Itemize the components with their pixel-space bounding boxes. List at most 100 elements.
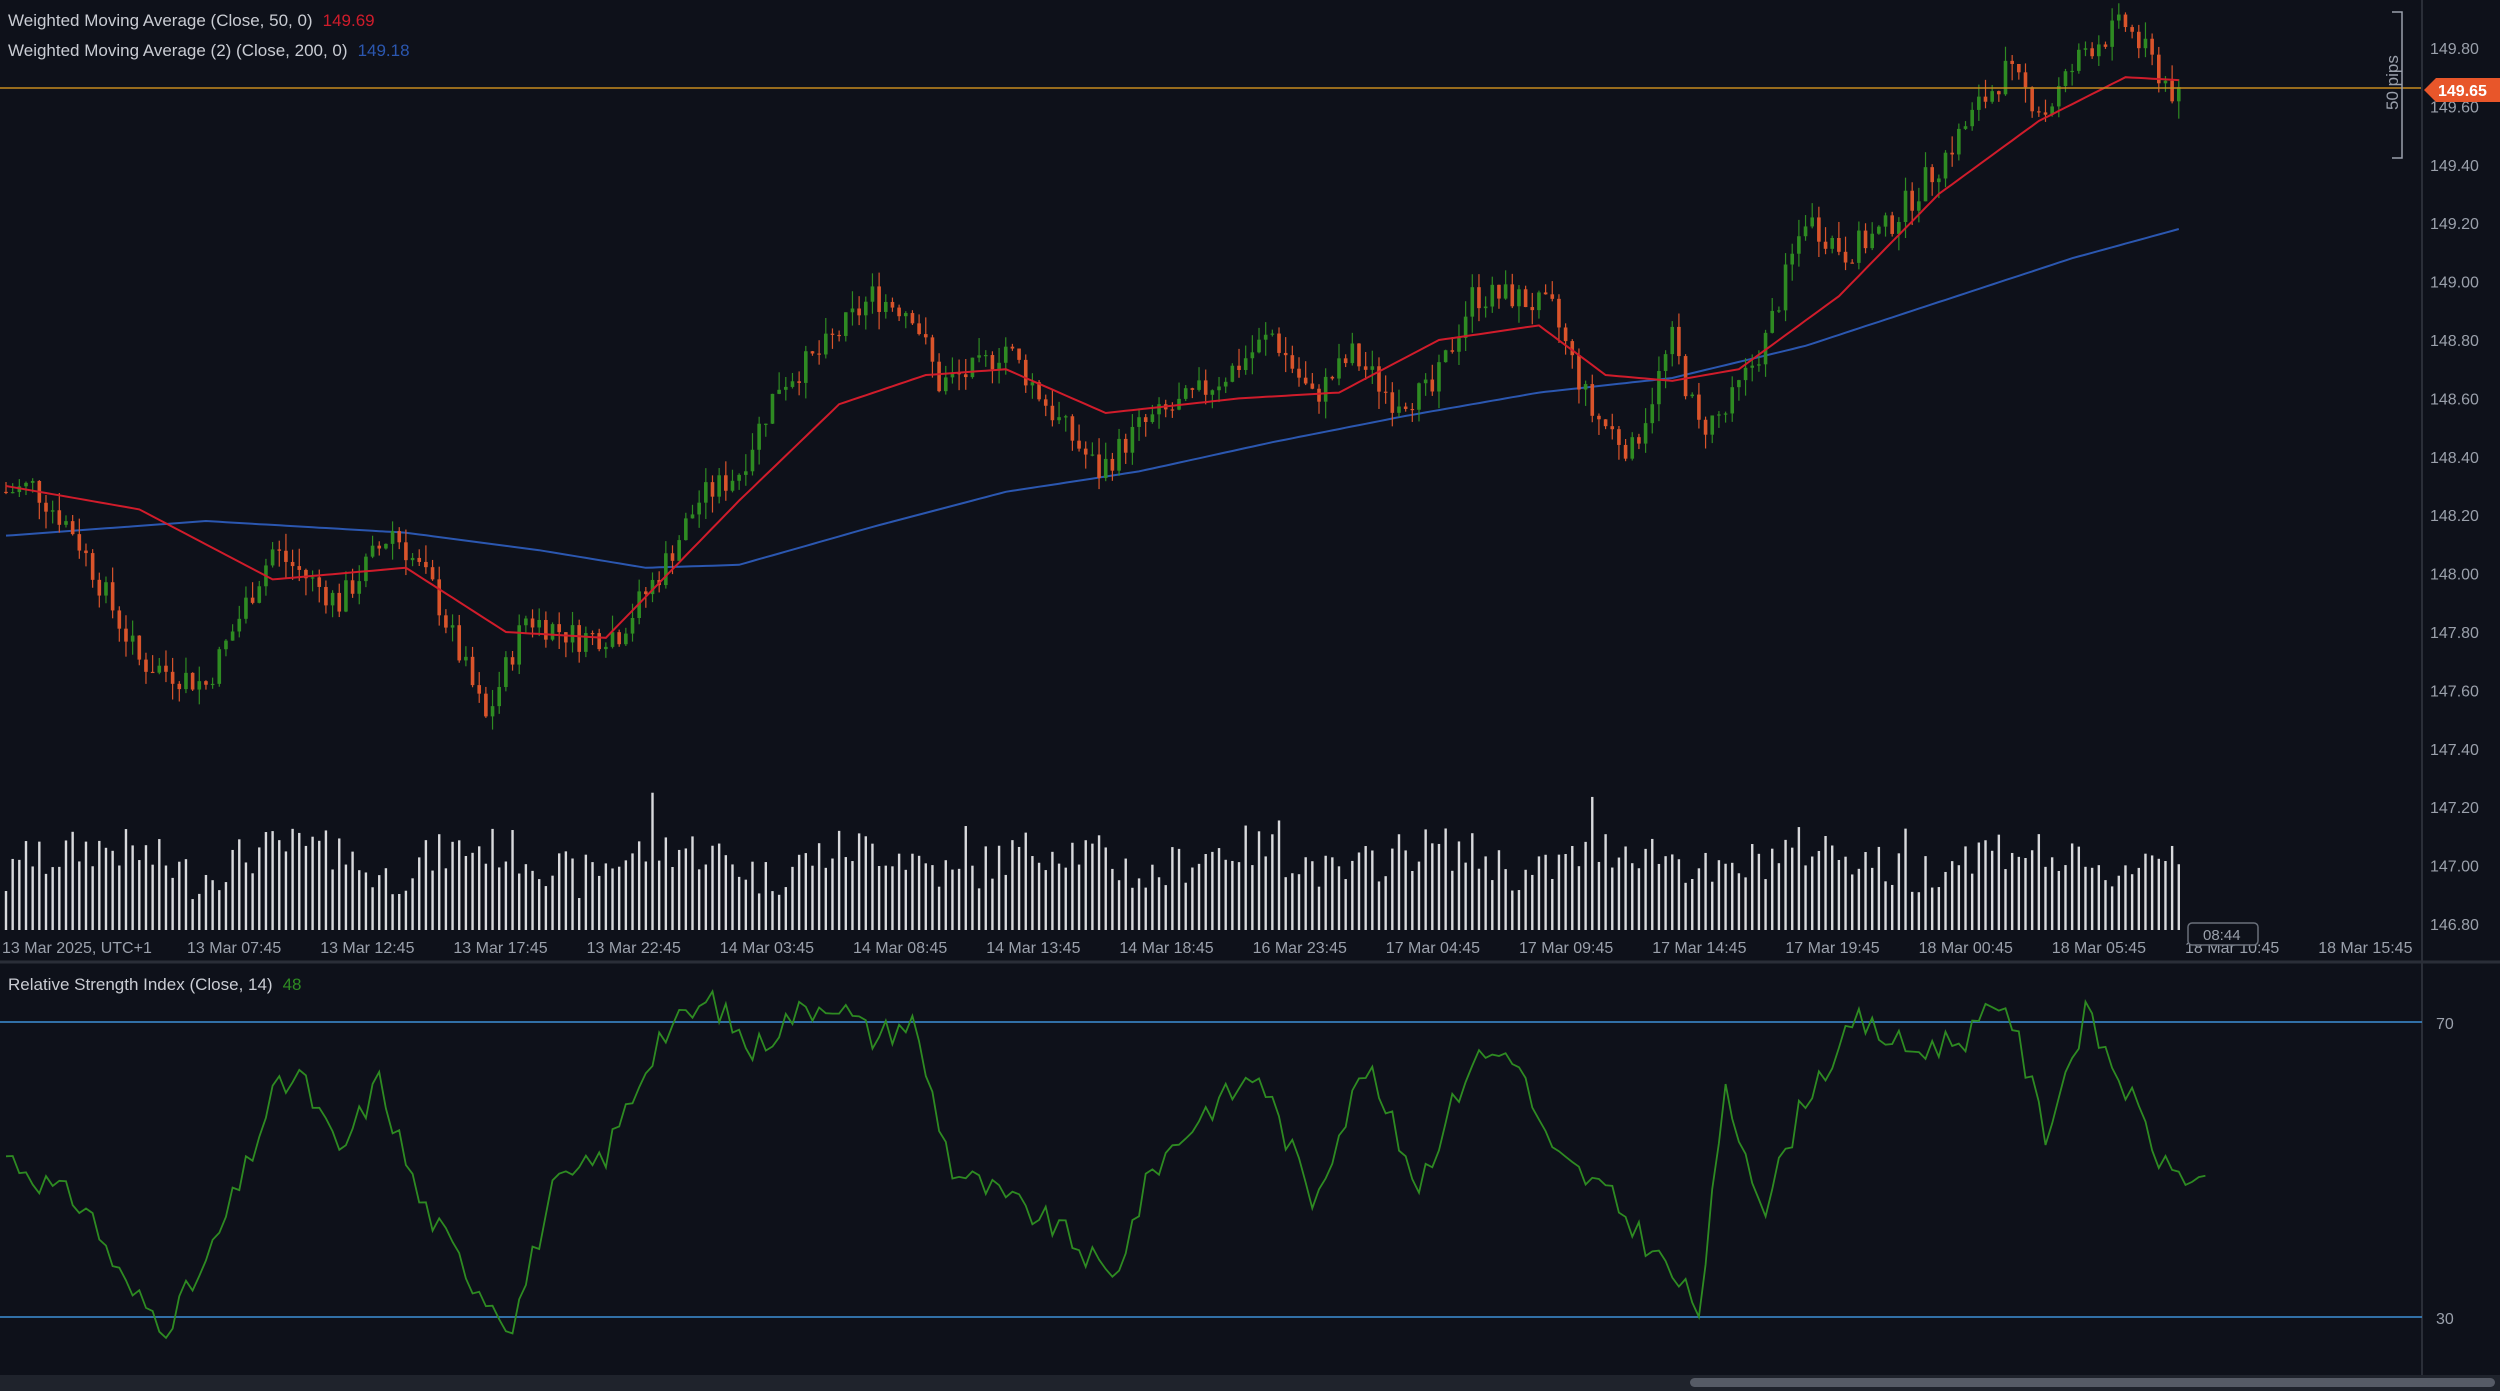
volume-bar xyxy=(1651,838,1654,930)
volume-bar xyxy=(291,828,294,930)
candle xyxy=(184,657,188,694)
volume-bar xyxy=(351,851,354,930)
candle xyxy=(1923,152,1928,202)
candle xyxy=(1297,357,1301,387)
candle xyxy=(510,650,515,671)
candle xyxy=(2037,106,2041,117)
candle xyxy=(604,642,608,658)
volume-bar xyxy=(544,886,548,930)
candle xyxy=(2030,86,2034,118)
volume-bar xyxy=(1104,847,1107,930)
candle xyxy=(477,672,482,703)
volume-bar xyxy=(518,873,521,930)
candle xyxy=(1270,329,1275,337)
price-tick-label: 148.60 xyxy=(2430,391,2479,408)
volume-bar xyxy=(884,865,887,930)
volume-bar xyxy=(937,886,941,930)
volume-bar xyxy=(191,899,194,930)
candle xyxy=(1277,327,1281,357)
volume-bar xyxy=(564,851,568,930)
candle xyxy=(1383,375,1388,404)
candle xyxy=(450,614,455,642)
candle xyxy=(1650,387,1655,434)
volume-bar xyxy=(577,898,581,930)
time-tick-label: 17 Mar 14:45 xyxy=(1652,940,1746,957)
candle xyxy=(710,475,715,513)
candle xyxy=(883,294,888,319)
volume-bar xyxy=(1184,882,1187,930)
candle xyxy=(44,494,48,529)
volume-bar xyxy=(591,862,594,930)
candle xyxy=(990,351,995,384)
time-tick-label: 17 Mar 04:45 xyxy=(1386,940,1480,957)
volume-bar xyxy=(504,861,508,930)
horizontal-scrollbar[interactable] xyxy=(0,1375,2500,1391)
volume-bar xyxy=(2097,865,2101,930)
candle xyxy=(1610,413,1615,440)
candle xyxy=(1310,372,1315,390)
candle xyxy=(744,454,748,486)
volume-bar xyxy=(1511,890,1514,930)
candle xyxy=(1710,415,1715,444)
wma50-line-group xyxy=(5,76,2179,639)
candle xyxy=(337,583,342,618)
time-axis[interactable]: 13 Mar 2025, UTC+1 13 Mar 07:45 13 Mar 12:… xyxy=(2,940,2413,957)
time-tick-label: 13 Mar 2025, UTC+1 xyxy=(2,940,152,957)
volume-bar xyxy=(644,861,648,930)
volume-bar xyxy=(804,853,807,930)
current-price-label: 149.65 xyxy=(2438,83,2487,100)
candle xyxy=(804,345,808,399)
candle xyxy=(1117,428,1121,476)
volume-bar xyxy=(271,831,274,930)
candle xyxy=(497,671,502,714)
volume-bar xyxy=(531,870,534,930)
volume-bar xyxy=(2144,853,2147,930)
candle xyxy=(617,629,621,647)
wma50-legend[interactable]: Weighted Moving Average (Close, 50, 0) 14… xyxy=(8,11,375,31)
volume-bar xyxy=(777,894,781,930)
volume-bar xyxy=(311,836,314,930)
candle xyxy=(1643,408,1648,453)
volume-bar xyxy=(1717,860,1721,930)
volume-bar xyxy=(1417,861,1421,930)
volume-bar xyxy=(1724,863,1727,930)
candle xyxy=(484,686,488,718)
candle xyxy=(1330,375,1335,381)
candle xyxy=(1217,376,1221,403)
volume-bar xyxy=(797,854,801,930)
volume-bar xyxy=(124,829,128,930)
volume-bar xyxy=(218,890,221,930)
volume-bar xyxy=(871,843,874,930)
volume-bar xyxy=(844,857,847,930)
price-axis[interactable]: 149.80149.60149.40149.20149.00148.80148.… xyxy=(2430,41,2479,934)
scrollbar-thumb[interactable] xyxy=(1690,1378,2495,1387)
candle xyxy=(570,611,575,653)
rsi-legend[interactable]: Relative Strength Index (Close, 14) 48 xyxy=(8,975,302,995)
wma50-legend-value: 149.69 xyxy=(322,11,375,30)
volume-bar xyxy=(1197,863,1201,930)
wma200-legend[interactable]: Weighted Moving Average (2) (Close, 200,… xyxy=(8,41,410,61)
candle xyxy=(1470,274,1475,333)
candle xyxy=(284,533,288,578)
candle xyxy=(597,628,601,652)
candle xyxy=(737,473,741,490)
volume-bar xyxy=(304,845,308,930)
volume-bar xyxy=(1784,839,1787,930)
volume-bar xyxy=(104,847,108,930)
volume-bar xyxy=(1144,887,1147,930)
candle xyxy=(2090,42,2094,59)
candle xyxy=(717,468,721,504)
volume-bar xyxy=(1950,861,1954,930)
volume-bar xyxy=(2150,855,2154,930)
candle xyxy=(550,622,555,642)
candle xyxy=(777,372,781,395)
volume-bar xyxy=(184,859,188,930)
volume-bar xyxy=(2057,870,2061,930)
volume-bar xyxy=(451,841,454,930)
trading-chart[interactable]: 149.80149.60149.40149.20149.00148.80148.… xyxy=(0,0,2500,1391)
volume-bar xyxy=(1990,850,1994,930)
candle xyxy=(1463,301,1468,352)
volume-bar xyxy=(2124,865,2127,930)
volume-bar xyxy=(597,875,601,930)
candle xyxy=(1510,273,1515,309)
